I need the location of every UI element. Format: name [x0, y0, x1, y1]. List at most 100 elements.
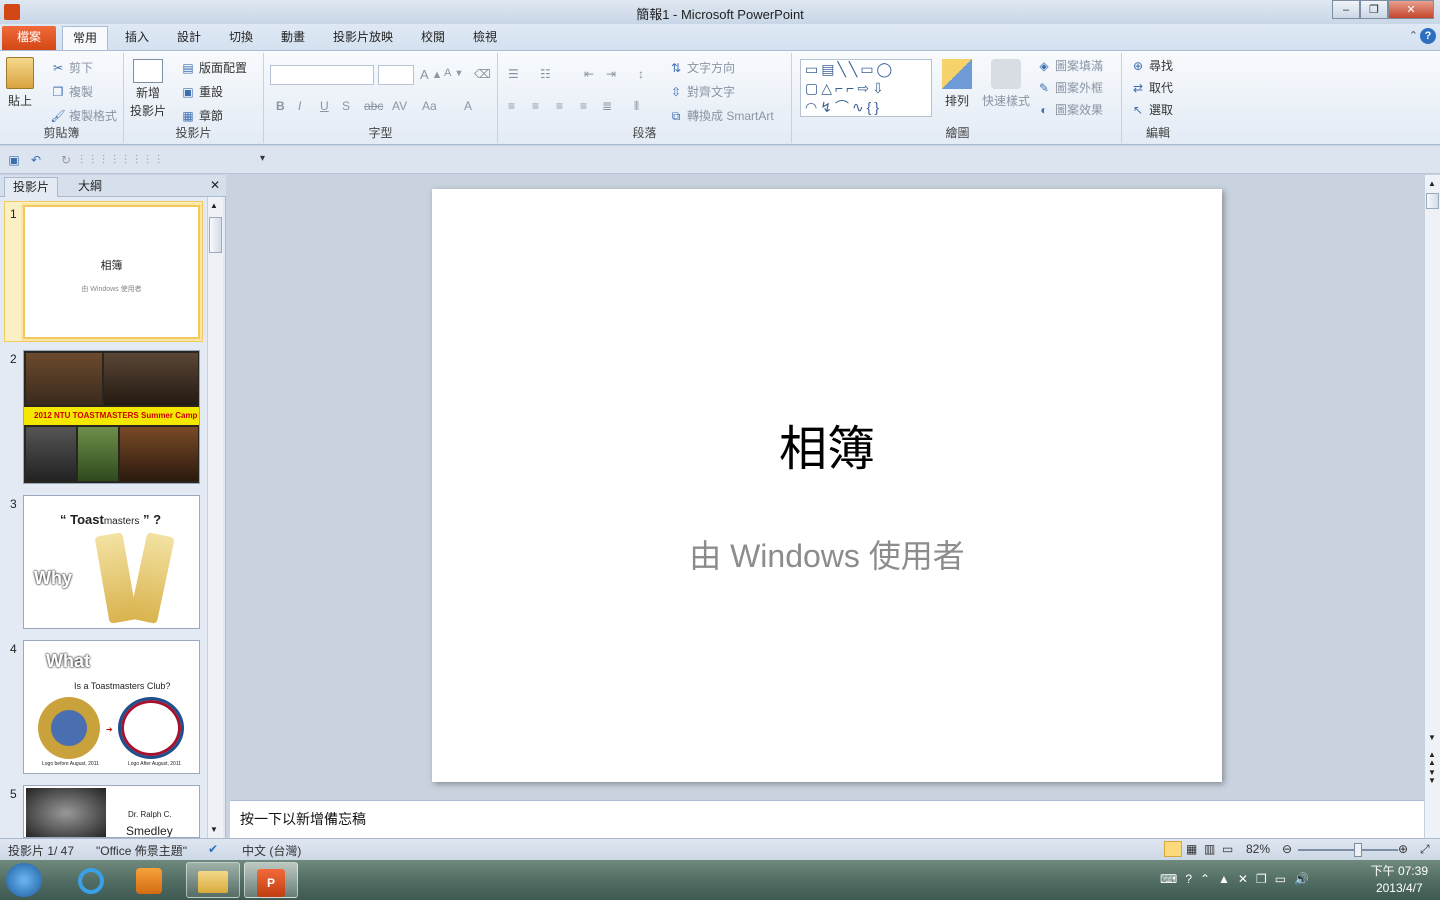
tab-review[interactable]: 校閱 — [411, 26, 455, 50]
tab-home[interactable]: 常用 — [62, 26, 109, 50]
section-button[interactable]: ▦ 章節 — [180, 107, 223, 124]
start-button[interactable] — [6, 863, 42, 897]
shape-outline-button[interactable]: ✎ 圖案外框 — [1036, 79, 1103, 96]
select-button[interactable]: ↖ 選取 — [1130, 101, 1173, 118]
slide-thumbnail-1[interactable]: 相簿 由 Windows 使用者 — [23, 205, 200, 339]
zoom-slider[interactable] — [1298, 843, 1398, 857]
align-center-icon[interactable]: ≡ — [532, 99, 539, 113]
format-painter-button[interactable]: 🖌 複製格式 — [50, 107, 117, 124]
taskbar-powerpoint[interactable]: P — [244, 862, 298, 898]
bold-button[interactable]: B — [276, 99, 285, 113]
justify-icon[interactable]: ≡ — [580, 99, 587, 113]
slide-thumbnail-2[interactable]: 2012 NTU TOASTMASTERS Summer Camp — [23, 350, 200, 484]
fit-to-window-icon[interactable]: ⤢ — [1420, 842, 1430, 857]
font-color-button[interactable]: A — [464, 99, 472, 113]
scroll-thumb[interactable] — [209, 217, 222, 253]
next-slide-icon[interactable]: ▼ ▼ — [1428, 769, 1436, 785]
slide-thumbnail-3[interactable]: “ Toastmasters ” ? Why — [23, 495, 200, 629]
notes-pane[interactable]: 按一下以新增備忘稿 — [230, 800, 1424, 838]
theme-name[interactable]: "Office 佈景主題" — [96, 842, 187, 859]
previous-slide-icon[interactable]: ▲ ▲ — [1428, 751, 1436, 767]
new-slide-button[interactable]: 新增 投影片 — [130, 59, 166, 119]
zoom-in-icon[interactable]: ⊕ — [1398, 842, 1408, 856]
zoom-slider-thumb[interactable] — [1353, 843, 1362, 857]
help-icon[interactable]: ? — [1420, 28, 1436, 44]
align-right-icon[interactable]: ≡ — [556, 99, 563, 113]
taskbar-explorer[interactable] — [186, 862, 240, 898]
slide-title[interactable]: 相簿 — [432, 409, 1222, 479]
scroll-up-icon[interactable]: ▲ — [1428, 179, 1436, 188]
shapes-gallery[interactable]: ▭▤╲╲▭◯ ▢△⌐⌐⇨⇩ ◠↯⌒∿{} — [800, 59, 932, 117]
change-case-button[interactable]: Aa — [422, 99, 437, 113]
scroll-down-icon[interactable]: ▼ — [210, 825, 218, 834]
spellcheck-icon[interactable]: ✔ — [208, 842, 218, 856]
notes-placeholder[interactable]: 按一下以新增備忘稿 — [240, 809, 366, 829]
tab-insert[interactable]: 插入 — [115, 26, 159, 50]
layout-button[interactable]: ▤ 版面配置 — [180, 59, 247, 76]
numbering-icon[interactable]: ☷ — [540, 67, 551, 81]
clear-format-icon[interactable]: ⌫ — [474, 67, 491, 81]
columns-icon[interactable]: ⫴ — [634, 99, 639, 114]
customize-qat-icon[interactable]: ▾ — [260, 153, 265, 164]
tab-transitions[interactable]: 切換 — [219, 26, 263, 50]
slide-subtitle[interactable]: 由 Windows 使用者 — [432, 531, 1222, 577]
zoom-out-icon[interactable]: ⊖ — [1282, 842, 1292, 856]
strikethrough-button[interactable]: abc — [364, 99, 383, 113]
text-direction-button[interactable]: ⇅ 文字方向 — [668, 59, 735, 76]
current-slide[interactable]: 相簿 由 Windows 使用者 — [432, 189, 1222, 782]
bullets-icon[interactable]: ☰ — [508, 67, 519, 81]
slide-thumbnail-4[interactable]: What Is a Toastmasters Club? ➔ Logo befo… — [23, 640, 200, 774]
arrange-button[interactable]: 排列 — [942, 59, 972, 109]
reading-view-icon[interactable]: ▥ — [1204, 842, 1215, 856]
cut-button[interactable]: ✂ 剪下 — [50, 59, 93, 76]
maximize-button[interactable]: ❐ — [1360, 0, 1388, 19]
distributed-icon[interactable]: ≣ — [602, 99, 612, 113]
shape-effects-button[interactable]: ◐ 圖案效果 — [1036, 101, 1103, 118]
align-left-icon[interactable]: ≡ — [508, 99, 515, 113]
decrease-indent-icon[interactable]: ⇤ — [584, 67, 594, 81]
zoom-level[interactable]: 82% — [1246, 842, 1270, 856]
scroll-up-icon[interactable]: ▲ — [210, 201, 218, 210]
find-button[interactable]: ⊕ 尋找 — [1130, 57, 1173, 74]
tab-slideshow[interactable]: 投影片放映 — [323, 26, 403, 50]
reset-button[interactable]: ▣ 重設 — [180, 83, 223, 100]
increase-indent-icon[interactable]: ⇥ — [606, 67, 616, 81]
scroll-down-icon[interactable]: ▼ — [1428, 733, 1436, 742]
replace-button[interactable]: ⇄ 取代 — [1130, 79, 1173, 96]
taskbar-media-player[interactable] — [122, 862, 176, 898]
tab-design[interactable]: 設計 — [167, 26, 211, 50]
system-tray-icons[interactable]: ⌨?⌃▲✕❐▭🔊 — [1160, 872, 1317, 886]
underline-button[interactable]: U — [320, 99, 329, 113]
shrink-font-button[interactable]: A ▼ — [444, 67, 463, 79]
slideshow-icon[interactable]: ▭ — [1222, 842, 1233, 856]
slide-thumbnail-5[interactable]: Dr. Ralph C. Smedley — [23, 785, 200, 838]
font-size-select[interactable] — [378, 65, 414, 85]
copy-button[interactable]: ❐ 複製 — [50, 83, 93, 100]
undo-icon[interactable]: ↶ — [28, 152, 44, 168]
align-text-button[interactable]: ⇳ 對齊文字 — [668, 83, 735, 100]
redo-icon[interactable]: ↻ — [58, 152, 74, 168]
close-button[interactable]: ✕ — [1388, 0, 1434, 19]
alignment-tools[interactable]: ⫶⫶⫶⫶⫶⫶⫶⫶ — [80, 153, 168, 168]
tab-file[interactable]: 檔案 — [2, 26, 56, 50]
slides-scrollbar[interactable]: ▲ ▼ — [207, 197, 223, 838]
minimize-button[interactable]: – — [1332, 0, 1360, 19]
clock[interactable]: 下午 07:39 2013/4/7 — [1371, 863, 1428, 897]
scroll-thumb[interactable] — [1426, 193, 1439, 209]
shape-fill-button[interactable]: ◈ 圖案填滿 — [1036, 57, 1103, 74]
char-spacing-button[interactable]: AV — [392, 99, 407, 113]
normal-view-icon[interactable] — [1164, 841, 1182, 857]
shadow-button[interactable]: S — [342, 99, 350, 113]
slide-sorter-icon[interactable]: ▦ — [1186, 842, 1197, 856]
minimize-ribbon-icon[interactable]: ⌃ — [1409, 29, 1418, 42]
language[interactable]: 中文 (台灣) — [242, 842, 301, 859]
smartart-button[interactable]: ⧉ 轉換成 SmartArt — [668, 107, 774, 124]
taskbar-internet-explorer[interactable] — [64, 862, 118, 898]
tab-outline[interactable]: 大綱 — [70, 177, 110, 197]
italic-button[interactable]: I — [298, 99, 301, 113]
close-pane-icon[interactable]: ✕ — [210, 178, 220, 192]
tab-view[interactable]: 檢視 — [463, 26, 507, 50]
save-icon[interactable]: ▣ — [6, 152, 22, 168]
grow-font-button[interactable]: A ▲ — [420, 67, 442, 82]
paste-button[interactable]: 貼上 — [6, 57, 34, 109]
